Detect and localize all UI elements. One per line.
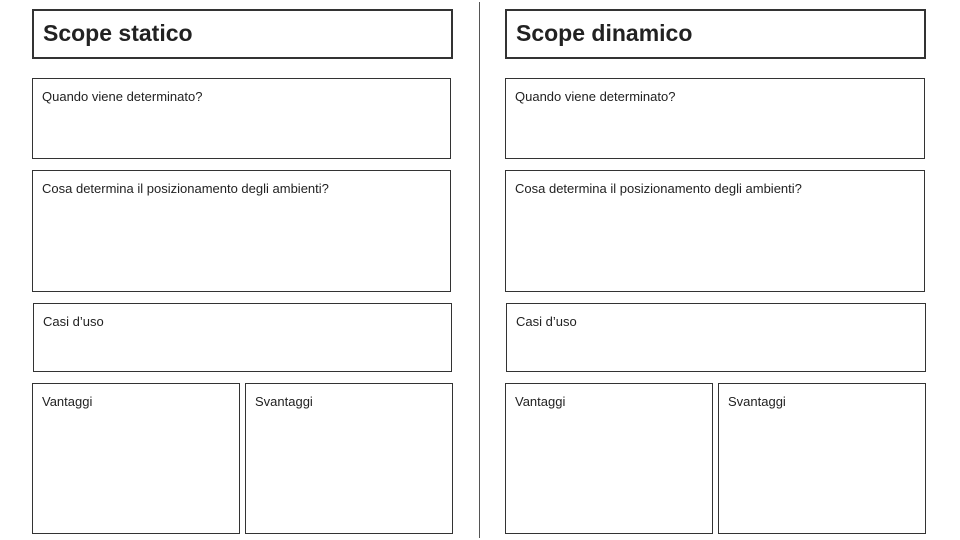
static-positioning-box[interactable]: Cosa determina il posizionamento degli a… (32, 170, 451, 292)
static-when-label: Quando viene determinato? (42, 89, 203, 104)
static-when-box[interactable]: Quando viene determinato? (32, 78, 451, 159)
dynamic-use-cases-label: Casi d’uso (516, 314, 577, 329)
static-scope-title-box: Scope statico (32, 9, 453, 59)
dynamic-when-label: Quando viene determinato? (515, 89, 676, 104)
dynamic-when-box[interactable]: Quando viene determinato? (505, 78, 925, 159)
dynamic-positioning-box[interactable]: Cosa determina il posizionamento degli a… (505, 170, 925, 292)
dynamic-disadvantages-box[interactable]: Svantaggi (718, 383, 926, 534)
dynamic-disadvantages-label: Svantaggi (728, 394, 786, 409)
static-use-cases-label: Casi d’uso (43, 314, 104, 329)
static-positioning-label: Cosa determina il posizionamento degli a… (42, 181, 329, 196)
dynamic-advantages-label: Vantaggi (515, 394, 566, 409)
dynamic-advantages-box[interactable]: Vantaggi (505, 383, 713, 534)
static-advantages-box[interactable]: Vantaggi (32, 383, 240, 534)
static-disadvantages-box[interactable]: Svantaggi (245, 383, 453, 534)
dynamic-positioning-label: Cosa determina il posizionamento degli a… (515, 181, 802, 196)
column-divider (479, 2, 480, 538)
dynamic-scope-title: Scope dinamico (516, 20, 693, 46)
static-use-cases-box[interactable]: Casi d’uso (33, 303, 452, 372)
static-advantages-label: Vantaggi (42, 394, 93, 409)
dynamic-scope-title-box: Scope dinamico (505, 9, 926, 59)
dynamic-use-cases-box[interactable]: Casi d’uso (506, 303, 926, 372)
static-scope-title: Scope statico (43, 20, 193, 46)
static-disadvantages-label: Svantaggi (255, 394, 313, 409)
